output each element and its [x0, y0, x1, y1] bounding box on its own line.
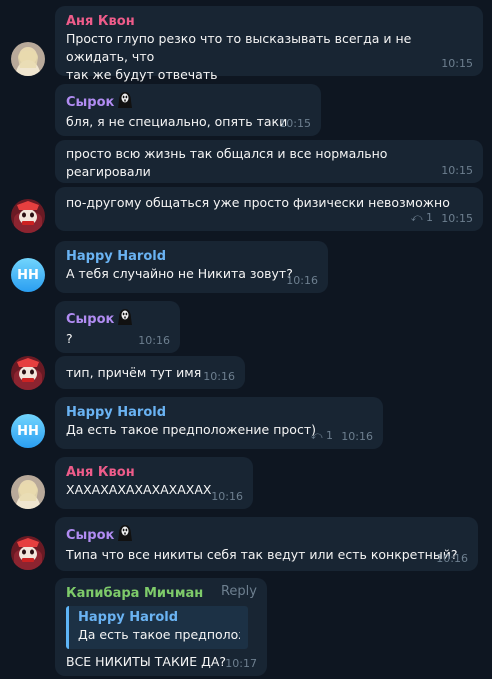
avatar-anya[interactable]: [11, 42, 45, 76]
avatar-initials: HH: [17, 267, 39, 283]
avatar-happy-harold[interactable]: HH: [11, 258, 45, 292]
sender-name[interactable]: Аня Квон: [66, 465, 243, 481]
avatar-syrok[interactable]: [11, 199, 45, 233]
message-bubble[interactable]: Аня Квон Просто глупо резко что то выска…: [55, 6, 483, 82]
quoted-text: Да есть такое предположе...: [78, 627, 240, 642]
sender-name-text: Сырок: [66, 312, 115, 327]
sender-name[interactable]: Аня Квон: [66, 14, 473, 30]
sender-name[interactable]: Happy Harold: [66, 405, 373, 421]
message-text: А тебя случайно не Никита зовут?: [66, 266, 293, 281]
message-time: 10:17: [225, 657, 257, 670]
message-text: Типа что все никиты себя так ведут или е…: [66, 547, 458, 562]
message-bubble[interactable]: Аня Квон ХАХАХАХАХАХАХАХАХ 10:16: [55, 457, 253, 509]
reply-arrow-icon: ⤺: [410, 211, 423, 224]
message-time: 10:16: [436, 552, 468, 565]
message-time: 10:15: [279, 117, 311, 130]
ghostface-icon: [118, 525, 133, 546]
ghostface-icon: [118, 309, 133, 330]
replies-count-value: 1: [426, 211, 433, 224]
sender-name-text: Сырок: [66, 95, 115, 110]
message-text: Просто глупо резко что то высказывать вс…: [66, 31, 412, 64]
sender-name[interactable]: Сырок: [66, 525, 468, 546]
avatar-syrok[interactable]: [11, 356, 45, 390]
message-bubble[interactable]: Happy Harold Да есть такое предположение…: [55, 397, 383, 449]
replies-count-value: 1: [326, 429, 333, 442]
ghostface-icon: [118, 92, 133, 113]
message-bubble[interactable]: Сырок бля, я не специально, опять таки 1…: [55, 84, 321, 136]
message-time: 10:15: [441, 164, 473, 177]
message-bubble[interactable]: по-другому общаться уже просто физически…: [55, 187, 483, 231]
avatar-anya[interactable]: [11, 475, 45, 509]
message-bubble[interactable]: просто всю жизнь так общался и все норма…: [55, 140, 483, 183]
message-text: так же будут отвечать: [66, 67, 218, 82]
sender-name[interactable]: Сырок: [66, 309, 170, 330]
message-bubble[interactable]: Капибара Мичман Reply Happy Harold Да ес…: [55, 578, 267, 676]
message-text: просто всю жизнь так общался и все норма…: [66, 146, 388, 179]
reply-button[interactable]: Reply: [221, 584, 257, 599]
message-bubble[interactable]: тип, причём тут имя 10:16: [55, 356, 245, 389]
message-time: 10:15: [441, 212, 473, 225]
message-time: 10:16: [211, 490, 243, 503]
message-time: 10:16: [138, 334, 170, 347]
avatar-initials: HH: [17, 423, 39, 439]
message-time: 10:16: [203, 370, 235, 383]
message-bubble[interactable]: Happy Harold А тебя случайно не Никита з…: [55, 241, 328, 293]
message-time: 10:16: [341, 430, 373, 443]
message-text: по-другому общаться уже просто физически…: [66, 195, 450, 210]
avatar-happy-harold[interactable]: HH: [11, 414, 45, 448]
quoted-sender: Happy Harold: [78, 610, 179, 625]
quoted-reply[interactable]: Happy Harold Да есть такое предположе...: [66, 606, 248, 649]
avatar-syrok[interactable]: [11, 536, 45, 570]
message-bubble[interactable]: Сырок ? 10:16: [55, 301, 180, 353]
reply-arrow-icon: ⤺: [310, 429, 323, 442]
sender-name[interactable]: Сырок: [66, 92, 311, 113]
message-time: 10:16: [286, 274, 318, 287]
replies-count[interactable]: ⤺ 1: [411, 211, 433, 225]
message-time: 10:15: [441, 57, 473, 70]
message-text: бля, я не специально, опять таки: [66, 114, 288, 129]
sender-name[interactable]: Happy Harold: [66, 249, 318, 265]
sender-name-text: Сырок: [66, 528, 115, 543]
message-bubble[interactable]: Сырок Типа что все никиты себя так ведут…: [55, 517, 478, 571]
replies-count[interactable]: ⤺ 1: [311, 429, 333, 443]
